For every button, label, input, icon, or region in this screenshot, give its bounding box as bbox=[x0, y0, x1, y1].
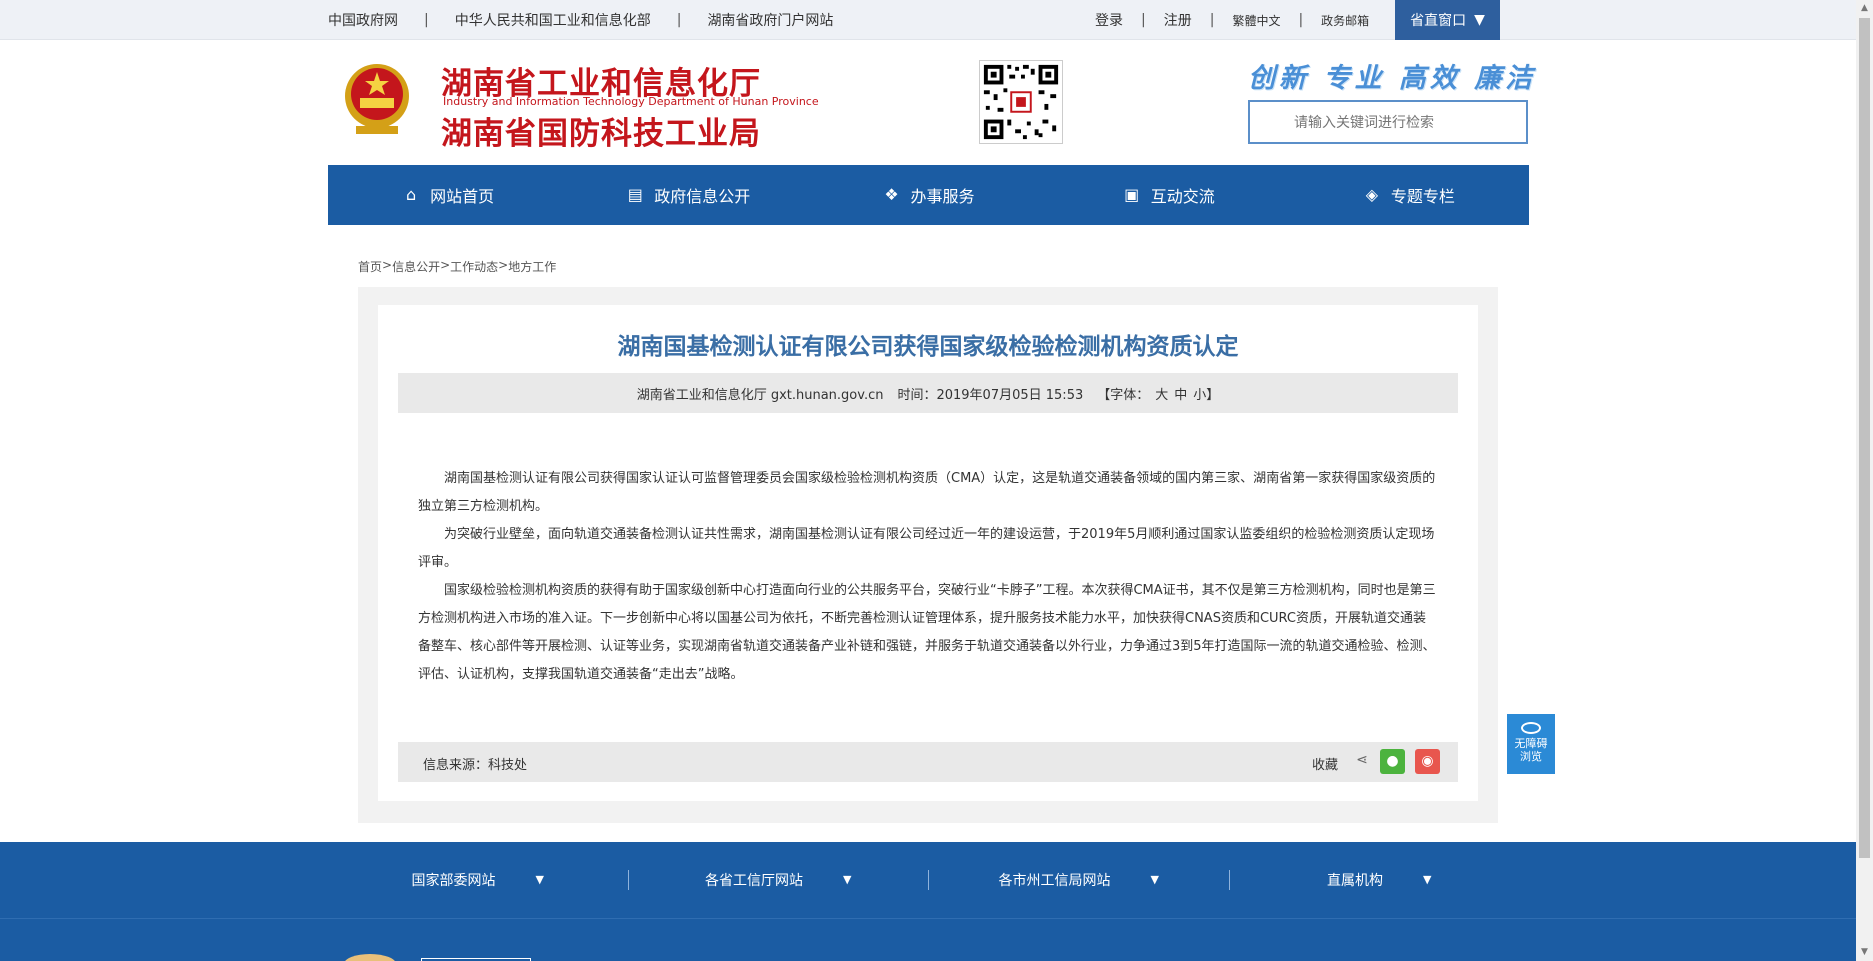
nav-home[interactable]: ⌂ 网站首页 bbox=[328, 165, 568, 225]
footer-dropdown-affiliates[interactable]: 直属机构 ▼ bbox=[1230, 870, 1530, 890]
scroll-down-icon[interactable]: ▼ bbox=[1856, 944, 1873, 961]
footer-dropdown-ministries[interactable]: 国家部委网站 ▼ bbox=[328, 869, 629, 890]
caret-down-icon: ▼ bbox=[1474, 12, 1485, 28]
breadcrumb-sep: > bbox=[382, 258, 393, 272]
qr-code-icon bbox=[979, 60, 1063, 144]
chat-icon: ▣ bbox=[1124, 185, 1140, 204]
separator: | bbox=[1141, 12, 1146, 28]
article-footer: 信息来源：科技处 收藏 ⋖ ● ◉ bbox=[398, 742, 1458, 782]
article-title: 湖南国基检测认证有限公司获得国家级检验检测机构资质认定 bbox=[617, 334, 1239, 360]
site-title-english: Industry and Information Technology Depa… bbox=[443, 95, 819, 108]
article-time: 时间：2019年07月05日 15:53 bbox=[897, 387, 1084, 403]
page: 中国政府网 | 中华人民共和国工业和信息化部 | 湖南省政府门户网站 登录 | … bbox=[0, 0, 1873, 961]
font-size-label: 【字体： bbox=[1097, 387, 1150, 403]
separator: | bbox=[676, 12, 682, 28]
caret-down-icon: ▼ bbox=[535, 873, 544, 886]
article-paragraph: 为突破行业壁垒，面向轨道交通装备检测认证共性需求，湖南国基检测认证有限公司经过近… bbox=[418, 527, 1435, 570]
breadcrumb-home[interactable]: 首页 bbox=[358, 258, 382, 275]
top-link-miit[interactable]: 中华人民共和国工业和信息化部 bbox=[455, 10, 651, 30]
footer-dropdown-label: 直属机构 bbox=[1327, 872, 1384, 889]
footer-logo-icon bbox=[344, 954, 396, 961]
article-body: 湖南国基检测认证有限公司获得国家认证认可监督管理委员会国家级检验检测机构资质（C… bbox=[418, 465, 1438, 689]
article-paragraph: 湖南国基检测认证有限公司获得国家认证认可监督管理委员会国家级检验检测机构资质（C… bbox=[418, 471, 1436, 514]
footer-dropdown-label: 国家部委网站 bbox=[411, 872, 496, 889]
footer-link-row: 国家部委网站 ▼ 各省工信厅网站 ▼ 各市州工信局网站 ▼ 直属机构 ▼ bbox=[328, 842, 1529, 917]
footer-dropdown-label: 各省工信厅网站 bbox=[705, 872, 804, 889]
document-icon: ▤ bbox=[627, 185, 643, 204]
accessibility-label-2: 浏览 bbox=[1520, 750, 1542, 763]
nav-interaction[interactable]: ▣ 互动交流 bbox=[1049, 165, 1289, 225]
home-icon: ⌂ bbox=[406, 185, 417, 204]
article-meta: 湖南省工业和信息化厅 gxt.hunan.gov.cn 时间：2019年07月0… bbox=[398, 373, 1458, 413]
nav-topics[interactable]: ◈ 专题专栏 bbox=[1289, 165, 1529, 225]
article-source-site: 湖南省工业和信息化厅 gxt.hunan.gov.cn bbox=[636, 387, 884, 403]
breadcrumb-sep: > bbox=[498, 258, 509, 272]
scroll-thumb[interactable] bbox=[1859, 18, 1870, 858]
nav-topics-label: 专题专栏 bbox=[1390, 187, 1455, 206]
breadcrumb-sep: > bbox=[440, 258, 451, 272]
slogan: 创新 专业 高效 廉洁 bbox=[1248, 63, 1537, 94]
main-nav: ⌂ 网站首页 ▤ 政府信息公开 ❖ 办事服务 ▣ 互动交流 ◈ 专题专栏 bbox=[328, 165, 1529, 225]
font-large-button[interactable]: 大 bbox=[1155, 384, 1168, 403]
font-medium-button[interactable]: 中 bbox=[1174, 384, 1187, 403]
font-small-button[interactable]: 小】 bbox=[1193, 384, 1219, 403]
footer-dropdown-cities[interactable]: 各市州工信局网站 ▼ bbox=[929, 869, 1230, 890]
accessibility-label-1: 无障碍 bbox=[1514, 737, 1548, 750]
breadcrumb: 首页 > 信息公开 > 工作动态 > 地方工作 bbox=[358, 258, 556, 275]
caret-down-icon: ▼ bbox=[1150, 873, 1159, 886]
handshake-icon: ❖ bbox=[884, 185, 899, 204]
top-link-hunan[interactable]: 湖南省政府门户网站 bbox=[707, 10, 833, 30]
site-title-secondary: 湖南省国防科技工业局 bbox=[441, 116, 761, 152]
layers-icon: ◈ bbox=[1365, 185, 1379, 204]
weibo-icon[interactable]: ◉ bbox=[1415, 749, 1440, 774]
traditional-chinese-link[interactable]: 繁體中文 bbox=[1232, 12, 1280, 29]
province-window-label: 省直窗口 bbox=[1410, 13, 1467, 29]
footer-dropdown-provinces[interactable]: 各省工信厅网站 ▼ bbox=[629, 869, 929, 890]
nav-gov-info-label: 政府信息公开 bbox=[654, 187, 751, 206]
province-window-dropdown[interactable]: 省直窗口 ▼ bbox=[1395, 0, 1500, 40]
breadcrumb-info[interactable]: 信息公开 bbox=[392, 258, 440, 275]
caret-down-icon: ▼ bbox=[1423, 873, 1432, 886]
top-link-gov[interactable]: 中国政府网 bbox=[328, 10, 398, 30]
separator: | bbox=[1298, 12, 1304, 28]
font-size-controls: 【字体： 大 中 小】 bbox=[1097, 384, 1219, 403]
register-link[interactable]: 注册 bbox=[1164, 10, 1192, 30]
breadcrumb-local[interactable]: 地方工作 bbox=[508, 258, 556, 275]
accessibility-button[interactable]: 无障碍 浏览 bbox=[1507, 714, 1555, 774]
top-bar: 中国政府网 | 中华人民共和国工业和信息化部 | 湖南省政府门户网站 登录 | … bbox=[0, 0, 1856, 40]
mail-link[interactable]: 政务邮箱 bbox=[1321, 12, 1369, 29]
article: 湖南国基检测认证有限公司获得国家级检验检测机构资质认定 湖南省工业和信息化厅 g… bbox=[378, 305, 1478, 801]
separator: | bbox=[424, 12, 429, 28]
info-source: 信息来源：科技处 bbox=[423, 758, 528, 773]
login-link[interactable]: 登录 bbox=[1095, 10, 1123, 30]
separator: | bbox=[1209, 12, 1215, 28]
nav-home-label: 网站首页 bbox=[430, 187, 495, 206]
wechat-icon[interactable]: ● bbox=[1380, 749, 1405, 774]
nav-interaction-label: 互动交流 bbox=[1150, 187, 1215, 206]
caret-down-icon: ▼ bbox=[843, 873, 852, 886]
breadcrumb-work[interactable]: 工作动态 bbox=[450, 258, 498, 275]
favorite-button[interactable]: 收藏 bbox=[1312, 754, 1338, 773]
search-input[interactable] bbox=[1248, 100, 1528, 144]
vertical-scrollbar[interactable]: ▲ ▼ bbox=[1856, 0, 1873, 961]
eye-icon bbox=[1521, 722, 1541, 734]
scroll-up-icon[interactable]: ▲ bbox=[1856, 0, 1873, 17]
top-right-links: 登录 | 注册 | 繁體中文 | 政务邮箱 bbox=[1095, 0, 1369, 40]
footer: 国家部委网站 ▼ 各省工信厅网站 ▼ 各市州工信局网站 ▼ 直属机构 ▼ bbox=[0, 842, 1856, 961]
nav-services-label: 办事服务 bbox=[910, 187, 975, 206]
national-emblem-icon bbox=[345, 64, 409, 134]
share-icon[interactable]: ⋖ bbox=[1353, 752, 1371, 770]
footer-divider bbox=[0, 918, 1856, 919]
nav-gov-info[interactable]: ▤ 政府信息公开 bbox=[568, 165, 808, 225]
footer-dropdown-label: 各市州工信局网站 bbox=[998, 872, 1111, 889]
top-links: 中国政府网 | 中华人民共和国工业和信息化部 | 湖南省政府门户网站 bbox=[328, 0, 833, 40]
article-paragraph: 国家级检验检测机构资质的获得有助于国家级创新中心打造面向行业的公共服务平台，突破… bbox=[418, 583, 1436, 682]
nav-services[interactable]: ❖ 办事服务 bbox=[808, 165, 1048, 225]
